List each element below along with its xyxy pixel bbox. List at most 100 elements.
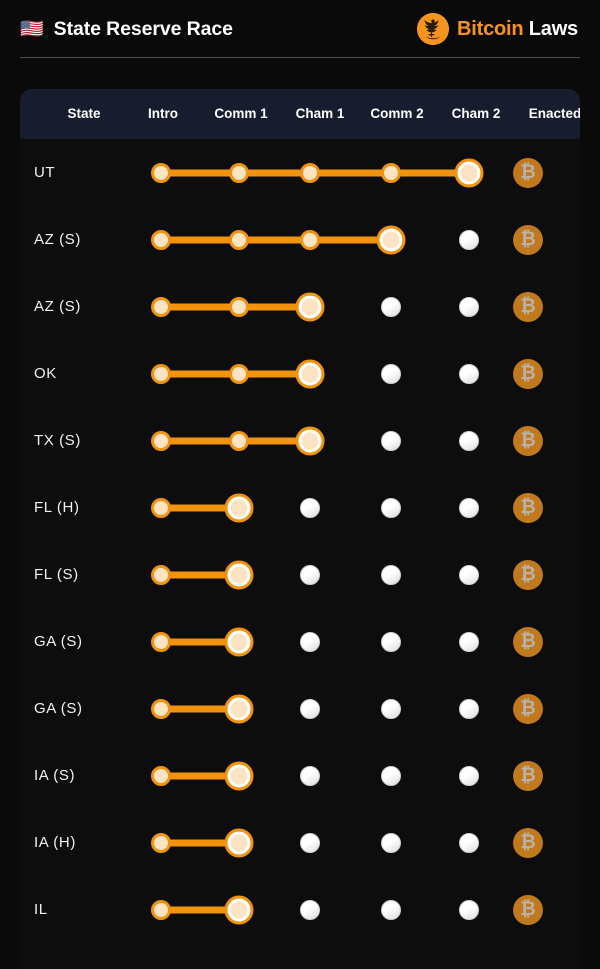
table-row[interactable]: GA (S) ₿ [20, 608, 580, 675]
bitcoin-glyph: ₿ [520, 697, 536, 719]
stage-node-cham1-empty[interactable] [300, 564, 320, 585]
table-row[interactable]: IA (H) ₿ [20, 809, 580, 876]
stage-node-cham2-empty[interactable] [459, 296, 479, 317]
progress-connector [161, 236, 239, 243]
stage-node-intro-done[interactable] [151, 430, 171, 451]
stage-node-comm2-empty[interactable] [381, 631, 401, 652]
brand-logo-group[interactable]: Bitcoin Laws [417, 13, 578, 45]
stage-node-intro-done[interactable] [151, 497, 171, 518]
stage-node-comm1-current[interactable] [224, 560, 254, 589]
stage-node-cham1-empty[interactable] [300, 698, 320, 719]
stage-node-cham1-current[interactable] [295, 426, 325, 455]
stage-node-comm2-empty[interactable] [381, 698, 401, 719]
table-row[interactable]: AZ (S) ₿ [20, 206, 580, 273]
table-row[interactable]: FL (H) ₿ [20, 474, 580, 541]
bitcoin-badge-icon: ₿ [513, 559, 543, 590]
stage-node-comm1-current[interactable] [224, 493, 254, 522]
state-label: GA (S) [34, 700, 83, 717]
stage-node-cham2-empty[interactable] [459, 430, 479, 451]
table-row[interactable]: FL (S) ₿ [20, 541, 580, 608]
stage-node-cham1-done[interactable] [300, 162, 320, 183]
stage-node-cham1-current[interactable] [295, 292, 325, 321]
stage-node-cham1-empty[interactable] [300, 497, 320, 518]
stage-node-intro-done[interactable] [151, 296, 171, 317]
stage-node-intro-done[interactable] [151, 564, 171, 585]
stage-node-cham2-empty[interactable] [459, 229, 479, 250]
bitcoin-glyph: ₿ [520, 898, 536, 920]
stage-node-comm2-empty[interactable] [381, 899, 401, 920]
table-row[interactable]: OK ₿ [20, 340, 580, 407]
stage-node-cham2-empty[interactable] [459, 497, 479, 518]
stage-node-cham1-done[interactable] [300, 229, 320, 250]
stage-node-comm2-empty[interactable] [381, 832, 401, 853]
eagle-seal-icon [417, 13, 450, 45]
table-row[interactable]: IL ₿ [20, 876, 580, 943]
stage-node-comm1-done[interactable] [229, 430, 249, 451]
column-header-enacted: Enacted [528, 106, 580, 121]
brand-text: Bitcoin Laws [457, 18, 578, 41]
bitcoin-badge-icon: ₿ [513, 626, 543, 657]
state-label: AZ (S) [34, 298, 81, 315]
stage-node-comm1-current[interactable] [224, 828, 254, 857]
state-label: OK [34, 365, 57, 382]
stage-node-cham1-empty[interactable] [300, 899, 320, 920]
stage-node-comm1-done[interactable] [229, 162, 249, 183]
stage-node-cham2-empty[interactable] [459, 765, 479, 786]
stage-node-intro-done[interactable] [151, 765, 171, 786]
column-header-comm1: Comm 1 [214, 106, 268, 121]
stage-node-cham2-empty[interactable] [459, 899, 479, 920]
state-label: IA (S) [34, 767, 76, 784]
bitcoin-badge-icon: ₿ [513, 425, 543, 456]
stage-node-cham2-current[interactable] [454, 158, 484, 187]
stage-node-comm2-empty[interactable] [381, 765, 401, 786]
stage-node-comm1-current[interactable] [224, 895, 254, 924]
progress-connector [161, 303, 239, 310]
page-title: State Reserve Race [53, 17, 233, 40]
stage-node-comm2-empty[interactable] [381, 430, 401, 451]
stage-node-intro-done[interactable] [151, 363, 171, 384]
stage-node-cham2-empty[interactable] [459, 564, 479, 585]
stage-node-cham2-empty[interactable] [459, 698, 479, 719]
state-label: UT [34, 164, 56, 181]
column-header-intro: Intro [148, 106, 178, 121]
table-row[interactable]: IA (S) ₿ [20, 742, 580, 809]
stage-node-cham2-empty[interactable] [459, 363, 479, 384]
stage-node-cham1-empty[interactable] [300, 631, 320, 652]
stage-node-intro-done[interactable] [151, 162, 171, 183]
stage-node-cham1-empty[interactable] [300, 765, 320, 786]
stage-node-intro-done[interactable] [151, 631, 171, 652]
stage-node-comm2-empty[interactable] [381, 296, 401, 317]
stage-node-cham2-empty[interactable] [459, 631, 479, 652]
stage-node-comm1-done[interactable] [229, 363, 249, 384]
stage-node-comm2-current[interactable] [376, 225, 406, 254]
stage-node-comm2-done[interactable] [381, 162, 401, 183]
stage-node-intro-done[interactable] [151, 832, 171, 853]
stage-node-comm2-empty[interactable] [381, 363, 401, 384]
stage-node-cham1-empty[interactable] [300, 832, 320, 853]
stage-node-intro-done[interactable] [151, 698, 171, 719]
stage-node-comm1-current[interactable] [224, 627, 254, 656]
state-label: IA (H) [34, 834, 76, 851]
stage-node-comm1-current[interactable] [224, 694, 254, 723]
table-row[interactable]: TX (S) ₿ [20, 407, 580, 474]
bitcoin-glyph: ₿ [520, 295, 536, 317]
table-row[interactable]: UT ₿ [20, 139, 580, 206]
stage-node-intro-done[interactable] [151, 229, 171, 250]
header-divider [20, 57, 580, 58]
stage-node-comm1-done[interactable] [229, 296, 249, 317]
stage-node-comm2-empty[interactable] [381, 497, 401, 518]
bitcoin-badge-icon: ₿ [513, 760, 543, 791]
stage-node-comm2-empty[interactable] [381, 564, 401, 585]
table-row[interactable]: GA (S) ₿ [20, 675, 580, 742]
stage-node-comm1-done[interactable] [229, 229, 249, 250]
stage-node-intro-done[interactable] [151, 899, 171, 920]
stage-node-comm1-current[interactable] [224, 761, 254, 790]
stage-node-cham2-empty[interactable] [459, 832, 479, 853]
bitcoin-badge-icon: ₿ [513, 492, 543, 523]
bitcoin-glyph: ₿ [520, 764, 536, 786]
table-column-header: State Intro Comm 1 Cham 1 Comm 2 Cham 2 Enacte… [20, 89, 580, 139]
state-label: TX (S) [34, 432, 81, 449]
stage-node-cham1-current[interactable] [295, 359, 325, 388]
bitcoin-badge-icon: ₿ [513, 224, 543, 255]
table-row[interactable]: AZ (S) ₿ [20, 273, 580, 340]
